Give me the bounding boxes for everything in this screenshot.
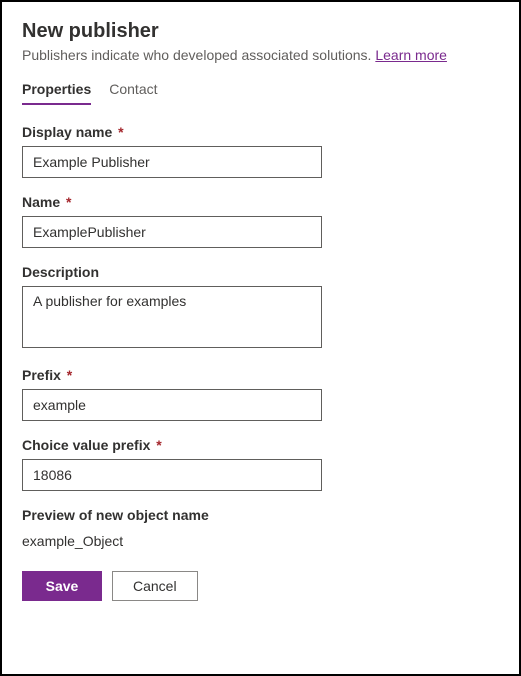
- name-label: Name *: [22, 194, 499, 210]
- required-indicator: *: [114, 124, 123, 140]
- tab-properties[interactable]: Properties: [22, 81, 91, 105]
- cancel-button[interactable]: Cancel: [112, 571, 198, 601]
- choice-value-prefix-label-text: Choice value prefix: [22, 437, 150, 453]
- description-label: Description: [22, 264, 499, 280]
- page-subtitle: Publishers indicate who developed associ…: [22, 47, 499, 63]
- prefix-input[interactable]: [22, 389, 322, 421]
- button-row: Save Cancel: [22, 571, 499, 601]
- required-indicator: *: [62, 194, 71, 210]
- save-button[interactable]: Save: [22, 571, 102, 601]
- required-indicator: *: [152, 437, 161, 453]
- description-group: Description A publisher for examples: [22, 264, 499, 351]
- preview-value: example_Object: [22, 533, 499, 549]
- display-name-label-text: Display name: [22, 124, 112, 140]
- required-indicator: *: [63, 367, 72, 383]
- learn-more-link[interactable]: Learn more: [375, 47, 447, 63]
- prefix-group: Prefix *: [22, 367, 499, 421]
- name-input[interactable]: [22, 216, 322, 248]
- choice-value-prefix-group: Choice value prefix *: [22, 437, 499, 491]
- display-name-group: Display name *: [22, 124, 499, 178]
- display-name-input[interactable]: [22, 146, 322, 178]
- prefix-label-text: Prefix: [22, 367, 61, 383]
- preview-label: Preview of new object name: [22, 507, 499, 523]
- tab-contact[interactable]: Contact: [109, 81, 157, 105]
- name-label-text: Name: [22, 194, 60, 210]
- tabs: Properties Contact: [22, 81, 499, 106]
- display-name-label: Display name *: [22, 124, 499, 140]
- choice-value-prefix-label: Choice value prefix *: [22, 437, 499, 453]
- subtitle-text: Publishers indicate who developed associ…: [22, 47, 375, 63]
- page-title: New publisher: [22, 20, 499, 43]
- name-group: Name *: [22, 194, 499, 248]
- choice-value-prefix-input[interactable]: [22, 459, 322, 491]
- description-input[interactable]: A publisher for examples: [22, 286, 322, 348]
- preview-group: Preview of new object name example_Objec…: [22, 507, 499, 549]
- prefix-label: Prefix *: [22, 367, 499, 383]
